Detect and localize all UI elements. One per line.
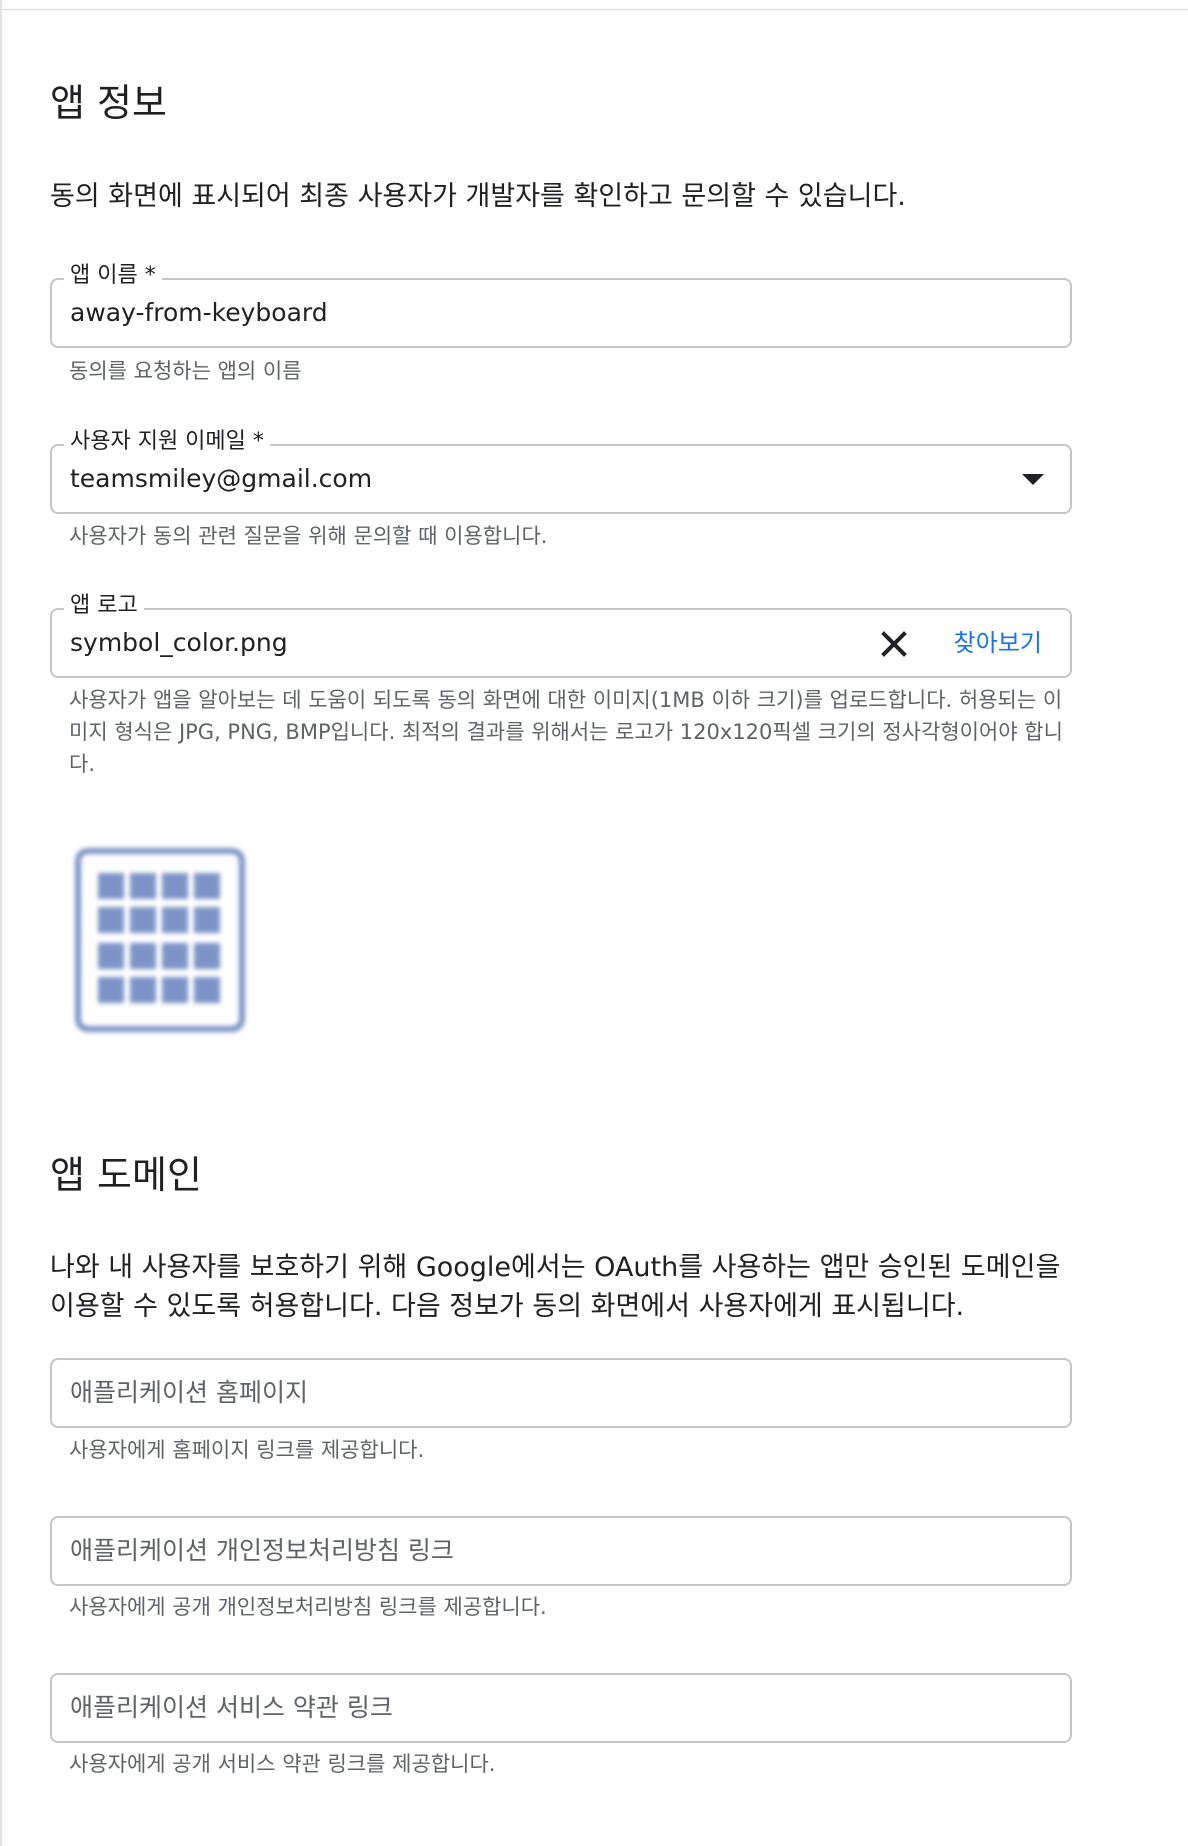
app-name-field[interactable]: 앱 이름 * away-from-keyboard: [50, 260, 1072, 348]
close-icon[interactable]: [878, 628, 910, 660]
support-email-label: 사용자 지원 이메일 *: [64, 426, 270, 458]
dropdown-arrow-icon[interactable]: [1022, 474, 1044, 485]
top-divider: [0, 9, 1188, 10]
app-logo-filename: symbol_color.png: [70, 628, 288, 657]
homepage-hint: 사용자에게 홈페이지 링크를 제공합니다.: [69, 1438, 425, 1462]
homepage-placeholder: 애플리케이션 홈페이지: [70, 1378, 308, 1407]
support-email-hint: 사용자가 동의 관련 질문을 위해 문의할 때 이용합니다.: [69, 524, 548, 548]
app-info-description: 동의 화면에 표시되어 최종 사용자가 개발자를 확인하고 문의할 수 있습니다…: [50, 181, 906, 212]
support-email-value: teamsmiley@gmail.com: [70, 464, 373, 493]
app-domain-title: 앱 도메인: [50, 1153, 202, 1197]
app-logo-field[interactable]: 앱 로고 symbol_color.png 찾아보기: [50, 590, 1072, 678]
privacy-policy-placeholder: 애플리케이션 개인정보처리방침 링크: [70, 1536, 454, 1565]
app-info-title: 앱 정보: [50, 81, 167, 125]
terms-of-service-placeholder: 애플리케이션 서비스 약관 링크: [70, 1693, 393, 1722]
app-logo-preview: [72, 845, 248, 1035]
terms-of-service-hint: 사용자에게 공개 서비스 약관 링크를 제공합니다.: [69, 1752, 496, 1776]
app-name-label: 앱 이름 *: [64, 260, 162, 292]
terms-of-service-input[interactable]: 애플리케이션 서비스 약관 링크: [50, 1673, 1072, 1743]
app-logo-label: 앱 로고: [64, 590, 144, 622]
browse-button[interactable]: 찾아보기: [954, 627, 1042, 659]
app-name-hint: 동의를 요청하는 앱의 이름: [69, 359, 302, 383]
support-email-select[interactable]: 사용자 지원 이메일 * teamsmiley@gmail.com: [50, 426, 1072, 514]
left-border: [0, 0, 2, 1846]
privacy-policy-hint: 사용자에게 공개 개인정보처리방침 링크를 제공합니다.: [69, 1595, 547, 1619]
homepage-input[interactable]: 애플리케이션 홈페이지: [50, 1358, 1072, 1428]
app-domain-description: 나와 내 사용자를 보호하기 위해 Google에서는 OAuth를 사용하는 …: [50, 1252, 1061, 1322]
privacy-policy-input[interactable]: 애플리케이션 개인정보처리방침 링크: [50, 1516, 1072, 1586]
app-name-input[interactable]: away-from-keyboard: [70, 297, 328, 329]
app-logo-hint: 사용자가 앱을 알아보는 데 도움이 되도록 동의 화면에 대한 이미지(1MB…: [69, 688, 1063, 776]
